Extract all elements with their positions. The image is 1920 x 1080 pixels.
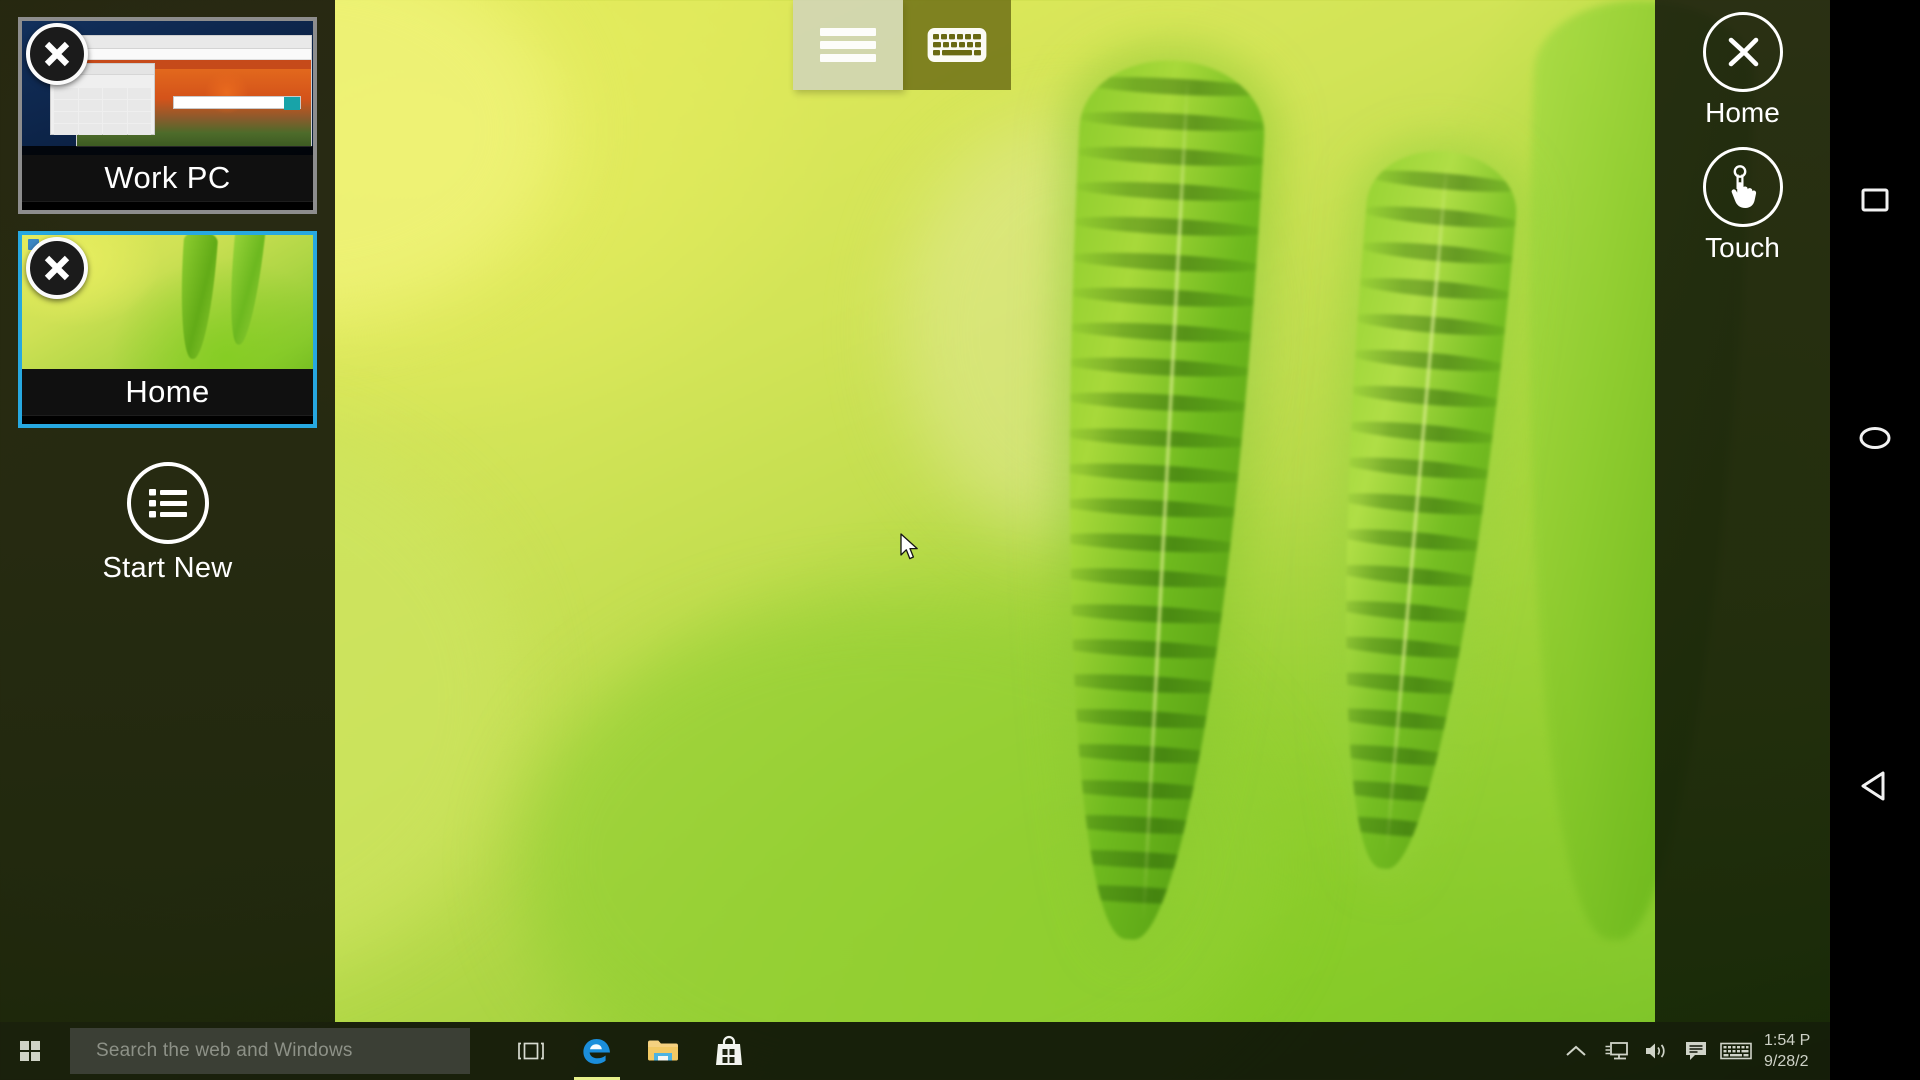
mini-address-bar bbox=[77, 49, 311, 60]
mini-leaf bbox=[223, 235, 267, 347]
edge-icon bbox=[583, 1039, 610, 1064]
search-input[interactable]: Search the web and Windows bbox=[70, 1028, 470, 1074]
list-bullets-glyph bbox=[148, 489, 187, 518]
action-center-icon bbox=[1686, 1042, 1706, 1060]
taskbar-pinned-icons bbox=[498, 1022, 762, 1080]
task-view-icon bbox=[518, 1042, 544, 1060]
windows-taskbar: Search the web and Windows 1:54 P 9/28/2 bbox=[0, 1022, 1830, 1080]
menu-button[interactable] bbox=[793, 0, 903, 90]
tray-volume[interactable] bbox=[1636, 1022, 1676, 1080]
nav-back-button[interactable] bbox=[1830, 746, 1920, 826]
session-switcher-panel: Work PC Home Start New bbox=[0, 0, 335, 1022]
nav-recents-button[interactable] bbox=[1830, 160, 1920, 240]
hamburger-menu-icon bbox=[820, 28, 876, 62]
session-tools-panel: Home Touch bbox=[1655, 0, 1830, 1022]
tray-action-center[interactable] bbox=[1676, 1022, 1716, 1080]
close-session-button[interactable] bbox=[26, 23, 88, 85]
remote-desktop-chevrons-icon bbox=[1702, 12, 1783, 92]
tray-touch-keyboard[interactable] bbox=[1716, 1022, 1756, 1080]
session-card-work-pc[interactable]: Work PC bbox=[18, 17, 317, 214]
taskbar-item-task-view[interactable] bbox=[498, 1022, 564, 1080]
session-name: Home bbox=[125, 374, 210, 409]
client-toolbar bbox=[793, 0, 1011, 90]
mini-calc-keys bbox=[51, 75, 154, 138]
network-monitor-icon bbox=[1605, 1042, 1628, 1060]
folder-icon bbox=[648, 1040, 678, 1061]
app-root: Search the web and Windows 1:54 P 9/28/2… bbox=[0, 0, 1920, 1080]
start-button[interactable] bbox=[0, 1022, 60, 1080]
start-new-label: Start New bbox=[102, 552, 233, 584]
tools-item-touch[interactable]: Touch bbox=[1702, 147, 1783, 264]
session-name: Work PC bbox=[104, 160, 231, 195]
taskbar-item-file-explorer[interactable] bbox=[630, 1022, 696, 1080]
search-placeholder: Search the web and Windows bbox=[96, 1040, 353, 1061]
touch-hand-pointer-icon bbox=[1702, 147, 1783, 227]
session-card-home[interactable]: Home bbox=[18, 231, 317, 428]
triangle-back-icon bbox=[1861, 771, 1885, 801]
tray-show-hidden-icons[interactable] bbox=[1556, 1022, 1596, 1080]
clock-time: 1:54 P bbox=[1764, 1032, 1811, 1049]
speaker-icon bbox=[1646, 1043, 1665, 1059]
chevron-up-icon bbox=[1566, 1045, 1586, 1056]
store-bag-icon bbox=[716, 1035, 742, 1065]
mini-taskbar bbox=[22, 146, 313, 155]
session-thumb-footer bbox=[22, 201, 313, 210]
close-x-icon bbox=[44, 255, 70, 281]
tools-item-home[interactable]: Home bbox=[1702, 12, 1783, 129]
android-navigation-bar bbox=[1830, 0, 1920, 1080]
session-thumb-footer bbox=[22, 415, 313, 424]
tray-network[interactable] bbox=[1596, 1022, 1636, 1080]
session-label-wrap: Work PC bbox=[22, 155, 313, 201]
keyboard-icon bbox=[927, 28, 987, 62]
mini-window-titlebar bbox=[77, 36, 311, 49]
taskbar-item-edge[interactable] bbox=[564, 1022, 630, 1080]
start-new-button[interactable]: Start New bbox=[0, 462, 335, 585]
keyboard-toggle-button[interactable] bbox=[903, 0, 1011, 90]
clock-date: 9/28/2 bbox=[1764, 1053, 1809, 1070]
mini-search-bar bbox=[173, 96, 301, 110]
circle-home-icon bbox=[1859, 427, 1891, 449]
system-tray: 1:54 P 9/28/2 bbox=[1556, 1022, 1830, 1080]
tools-item-label: Touch bbox=[1705, 232, 1780, 263]
taskbar-clock[interactable]: 1:54 P 9/28/2 bbox=[1756, 1022, 1830, 1080]
taskbar-item-store[interactable] bbox=[696, 1022, 762, 1080]
touch-keyboard-icon bbox=[1720, 1042, 1752, 1060]
list-bullets-icon bbox=[126, 462, 209, 544]
nav-home-button[interactable] bbox=[1830, 398, 1920, 478]
tools-item-label: Home bbox=[1705, 97, 1780, 128]
close-session-button[interactable] bbox=[26, 237, 88, 299]
close-x-icon bbox=[44, 41, 70, 67]
square-recents-icon bbox=[1861, 188, 1889, 212]
session-label-wrap: Home bbox=[22, 369, 313, 415]
mini-leaf bbox=[175, 235, 219, 361]
windows-logo-icon bbox=[20, 1041, 40, 1061]
touch-hand-glyph bbox=[1731, 165, 1756, 208]
rdp-chevrons-glyph bbox=[1728, 37, 1758, 67]
mini-search-button bbox=[284, 97, 300, 110]
